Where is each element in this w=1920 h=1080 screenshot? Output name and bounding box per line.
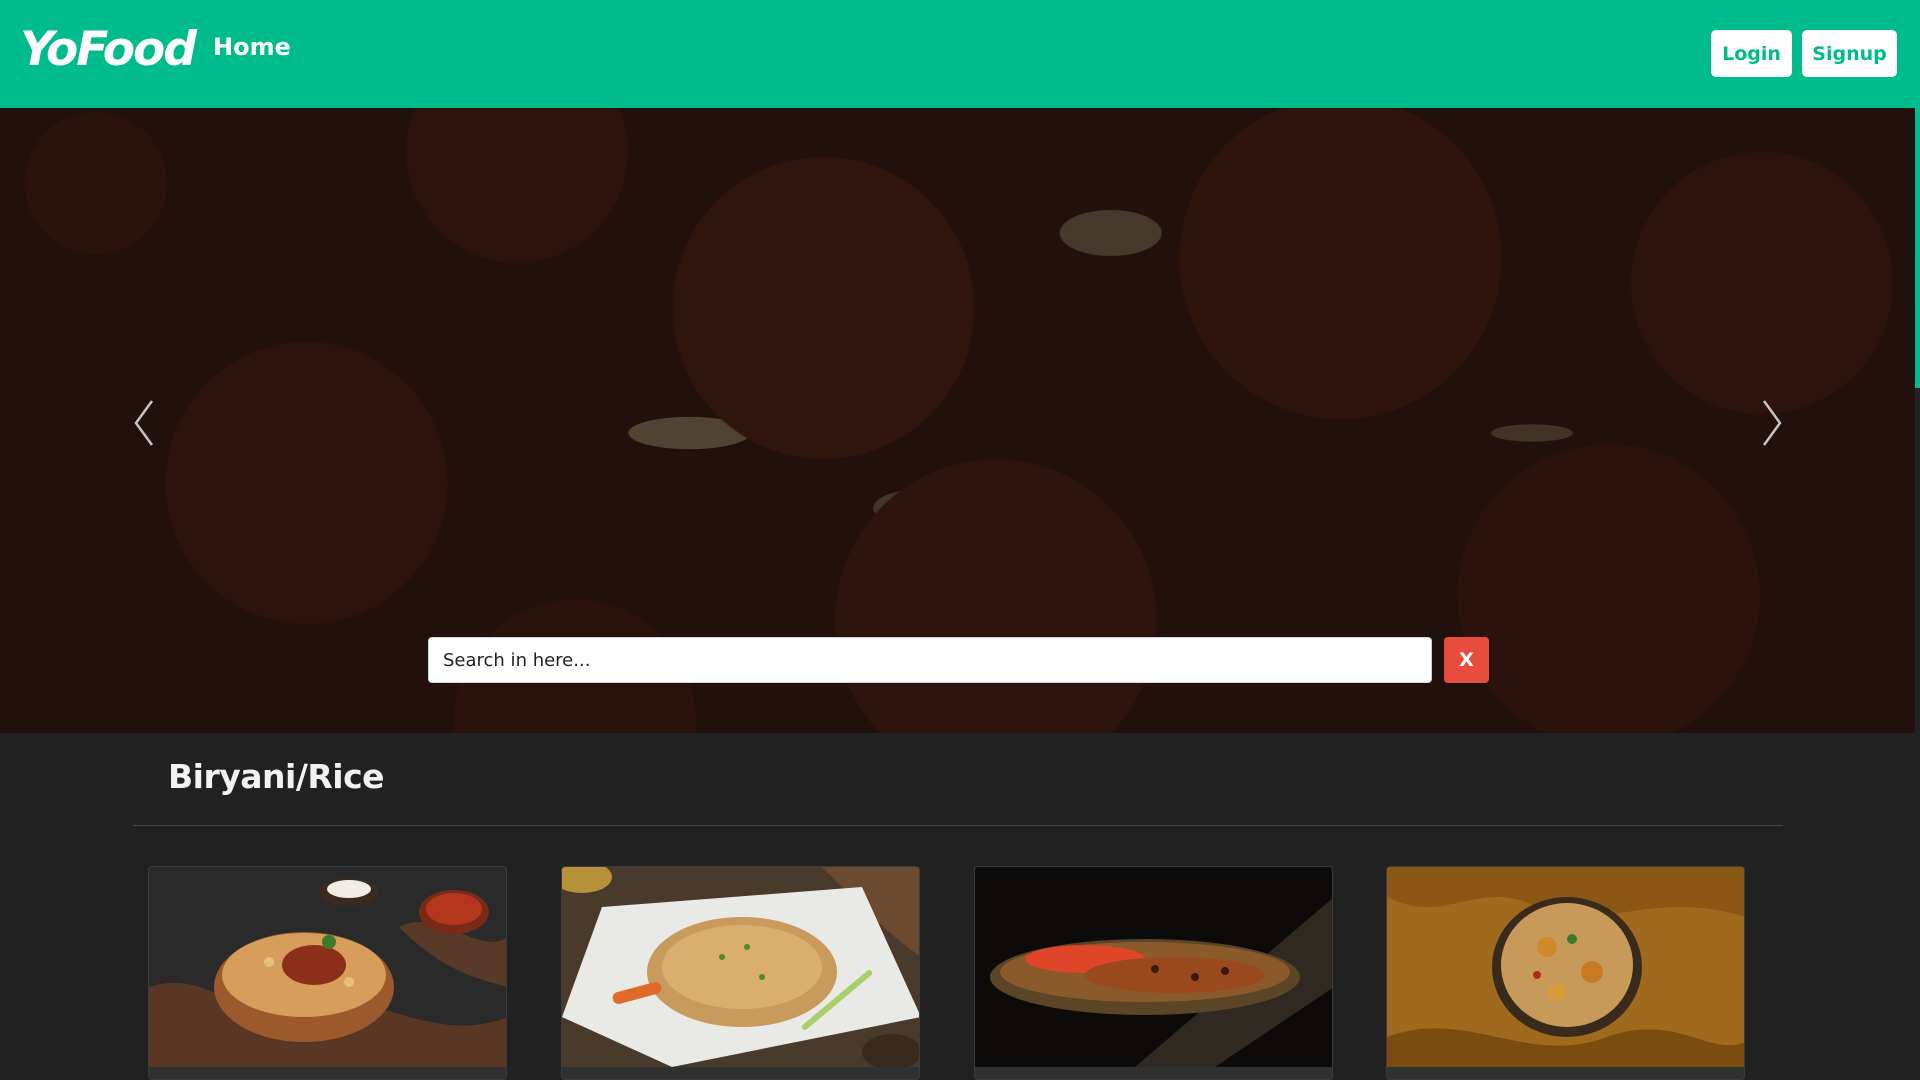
signup-button[interactable]: Signup [1802,30,1897,77]
clear-search-button[interactable]: X [1444,637,1489,683]
login-button[interactable]: Login [1711,30,1792,77]
scrollbar-thumb[interactable] [1915,108,1920,388]
brand-logo[interactable]: YoFood [20,22,197,77]
food-card-image [1387,867,1744,1067]
food-card-image [975,867,1332,1067]
food-card-image [149,867,506,1067]
search-input[interactable] [428,637,1432,683]
food-card-image [562,867,919,1067]
chevron-left-icon [134,400,154,446]
food-card[interactable] [1386,866,1745,1080]
nav-home-link[interactable]: Home [213,33,291,61]
category-divider [133,825,1783,826]
food-card[interactable] [974,866,1333,1080]
carousel-prev-button[interactable] [124,393,164,453]
category-title: Biryani/Rice [168,757,385,796]
navbar: YoFood Home Login Signup [0,0,1920,108]
search-bar: X [428,637,1489,683]
food-card[interactable] [148,866,507,1080]
hero-carousel: X [0,108,1915,733]
carousel-next-button[interactable] [1752,393,1792,453]
chevron-right-icon [1762,400,1782,446]
food-card[interactable] [561,866,920,1080]
